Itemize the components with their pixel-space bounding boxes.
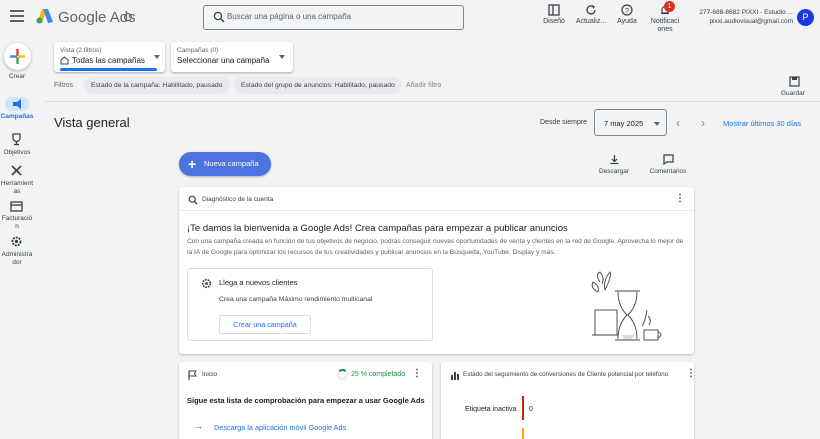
welcome-body: Con una campaña creada en función de tus…	[187, 238, 684, 256]
view-selector-small: Vista (2 filtros)	[60, 47, 102, 54]
google-ads-logo-icon	[36, 9, 53, 24]
create-button[interactable]	[4, 43, 31, 70]
campaign-selector-small: Campañas (0)	[177, 47, 219, 54]
view-selector[interactable]: Vista (2 filtros) Todas las campañas	[54, 42, 165, 72]
refresh-label: Actualiz...	[575, 18, 607, 25]
divider	[45, 101, 820, 102]
help-icon: ?	[621, 4, 633, 16]
download-icon	[610, 155, 618, 165]
campaigns-nav-highlight[interactable]	[5, 97, 29, 111]
sidebar-item-admin[interactable]: Administra dor	[0, 251, 34, 267]
chevron-down-icon	[654, 122, 660, 126]
inner-card-title: Llega a nuevos clientes	[219, 278, 298, 287]
admin-gear-icon	[11, 236, 22, 247]
prev-period-icon[interactable]: ‹	[676, 116, 680, 130]
create-label: Crear	[8, 73, 26, 80]
more-options-icon[interactable]: ⋮	[686, 368, 696, 379]
campaign-selector[interactable]: Campañas (0) Seleccionar una campaña	[171, 42, 293, 72]
inactive-tag-value: 0	[529, 406, 533, 413]
welcome-title: ¡Te damos la bienvenida a Google Ads! Cr…	[187, 223, 568, 234]
more-options-icon[interactable]: ⋮	[412, 368, 422, 379]
sidebar-item-objectives[interactable]: Objetivos	[0, 149, 34, 157]
plus-icon	[10, 49, 25, 64]
save-button[interactable]: Guardar	[781, 90, 805, 97]
comments-button[interactable]: Comentarios	[646, 154, 690, 175]
notifications-label: Notificaci ones	[650, 18, 680, 33]
trophy-icon	[12, 133, 21, 146]
progress-label: 25 % completado	[351, 371, 406, 378]
chevron-down-icon	[154, 55, 160, 59]
add-filter-button[interactable]: Añadir filtro	[406, 82, 441, 89]
help-label: Ayuda	[617, 18, 637, 25]
refresh-icon	[586, 5, 596, 15]
bar-chart-icon	[451, 372, 459, 380]
save-icon	[789, 76, 800, 87]
refresh-button[interactable]: Actualiz...	[571, 4, 611, 25]
inactive-tag-label: Etiqueta inactiva	[465, 406, 517, 413]
account-info[interactable]: 277-688-8682 PIXXI - Estudio ... pixxi.a…	[697, 8, 793, 26]
home-icon	[60, 56, 69, 65]
search-box[interactable]: Buscar una página o una campaña	[203, 5, 464, 30]
filter-chip-adgroup-status[interactable]: Estado del grupo de anuncios: Habilitado…	[234, 77, 402, 94]
plus-icon: +	[188, 156, 197, 172]
flag-icon	[188, 370, 197, 380]
help-button[interactable]: ? Ayuda	[607, 4, 647, 25]
download-button[interactable]: Descargar	[592, 154, 636, 175]
layout-label: Diseño	[543, 18, 565, 25]
date-picker[interactable]: 7 may 2025	[594, 109, 667, 136]
hourglass-illustration	[591, 271, 662, 341]
sidebar-item-campaigns[interactable]: Campañas	[0, 113, 34, 121]
chevron-down-icon	[279, 55, 285, 59]
arrow-right-icon: →	[194, 421, 203, 431]
menu-icon[interactable]	[10, 10, 24, 22]
download-app-link[interactable]: Descarga la aplicación móvil Google Ads	[214, 423, 346, 432]
create-campaign-button[interactable]: Crear una campaña	[219, 315, 311, 334]
megaphone-icon	[13, 99, 21, 109]
new-campaign-label: Nueva campaña	[204, 159, 259, 168]
view-selector-value: Todas las campañas	[72, 56, 145, 65]
new-campaign-button[interactable]: + Nueva campaña	[179, 152, 271, 176]
filters-label: Filtros	[54, 82, 74, 89]
start-card-header: Inicio	[202, 371, 218, 378]
page-title: Vista general	[54, 115, 130, 130]
diagnostic-card-header: Diagnóstico de la cuenta	[202, 196, 274, 203]
conversion-card-header: Estado del seguimiento de conversiones d…	[463, 371, 669, 378]
sidebar-item-tools[interactable]: Herramient as	[0, 180, 34, 196]
comment-icon	[662, 154, 674, 165]
search-input[interactable]: Buscar una página o una campaña	[227, 12, 351, 21]
svg-text:?: ?	[625, 8, 629, 15]
layout-icon	[548, 4, 560, 16]
search-icon	[213, 11, 225, 23]
new-customers-card: Llega a nuevos clientes Crea una campaña…	[187, 268, 433, 341]
inactive-tag-bar	[522, 396, 524, 420]
progress-ring	[337, 369, 348, 380]
show-last-30-days-link[interactable]: Mostrar últimos 30 días	[723, 119, 801, 128]
download-label: Descargar	[599, 168, 629, 175]
checklist-title: Sigue esta lista de comprobación para em…	[187, 396, 425, 405]
status-bar-yellow	[522, 428, 524, 439]
sidebar-item-billing[interactable]: Facturació n	[0, 215, 34, 231]
card-divider	[179, 210, 694, 211]
tools-icon	[11, 165, 22, 176]
account-email: pixxi.audiovisual@gmail.com	[709, 18, 793, 25]
inner-card-subtitle: Crea una campaña Máximo rendimiento mult…	[219, 296, 373, 303]
account-status-icon	[124, 13, 132, 21]
campaign-selector-value: Seleccionar una campaña	[177, 56, 270, 65]
diagnostic-search-icon	[188, 195, 198, 205]
next-period-icon[interactable]: ›	[701, 116, 705, 130]
date-value: 7 may 2025	[604, 119, 644, 128]
settings-icon	[201, 278, 212, 289]
account-id: 277-688-8682 PIXXI - Estudio ...	[699, 9, 793, 16]
more-options-icon[interactable]: ⋮	[675, 193, 685, 204]
view-selector-underline	[60, 68, 157, 71]
comments-label: Comentarios	[649, 168, 687, 175]
billing-icon	[10, 201, 23, 212]
notification-badge: 1	[664, 1, 675, 12]
layout-button[interactable]: Diseño	[534, 4, 574, 25]
filter-chip-campaign-status[interactable]: Estado de la campaña: Habilitado, pausad…	[84, 77, 230, 94]
date-range-label: Desde siempre	[540, 119, 588, 126]
avatar[interactable]: P	[797, 9, 814, 26]
top-bar: Google Ads Buscar una página o una campa…	[0, 0, 820, 36]
